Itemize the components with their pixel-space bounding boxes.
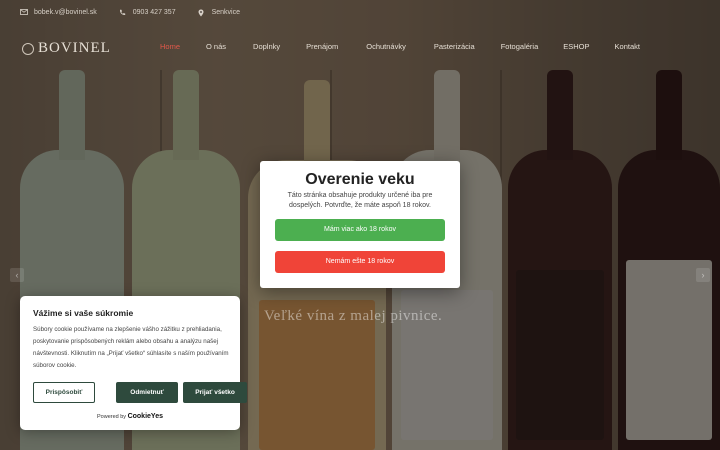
site-logo[interactable]: BOVINEL <box>22 40 111 57</box>
cookie-customize-button[interactable]: Prispôsobiť <box>33 382 95 403</box>
nav-item-ochutnavky[interactable]: Ochutnávky <box>366 42 406 51</box>
topbar-email[interactable]: bobek.v@bovinel.sk <box>20 9 97 16</box>
phone-icon <box>119 9 127 16</box>
logo-mark-icon <box>22 42 34 55</box>
site-header: BOVINEL Home O nás Doplnky Prenájom Ochu… <box>0 24 720 72</box>
cookie-title: Vážime si vaše súkromie <box>33 308 134 318</box>
cookie-accept-all-button[interactable]: Prijať všetko <box>183 382 247 403</box>
nav-item-doplnky[interactable]: Doplnky <box>253 42 280 51</box>
topbar-phone-text: 0903 427 357 <box>132 8 176 16</box>
powered-by-text: Powered by <box>97 414 127 420</box>
cookie-consent-panel: Vážime si vaše súkromie Súbory cookie po… <box>20 296 247 430</box>
cookie-powered-by[interactable]: Powered by CookieYes <box>20 413 240 420</box>
hero-tagline: Veľké vína z malej pivnice. <box>264 308 443 324</box>
topbar-phone[interactable]: 0903 427 357 <box>119 9 176 16</box>
nav-item-kontakt[interactable]: Kontakt <box>615 42 640 51</box>
nav-item-home[interactable]: Home <box>160 42 180 51</box>
main-nav: Home O nás Doplnky Prenájom Ochutnávky P… <box>160 42 640 51</box>
map-pin-icon <box>198 9 206 16</box>
topbar-location-text: Senkvice <box>211 8 240 16</box>
cookie-reject-button[interactable]: Odmietnuť <box>116 382 178 403</box>
nav-item-pasterizacia[interactable]: Pasterizácia <box>434 42 475 51</box>
chevron-right-icon[interactable]: › <box>696 268 710 282</box>
nav-item-o-nas[interactable]: O nás <box>206 42 226 51</box>
deny-age-button[interactable]: Nemám ešte 18 rokov <box>275 251 445 273</box>
age-verification-modal: Overenie veku Táto stránka obsahuje prod… <box>260 161 460 288</box>
nav-item-prenajom[interactable]: Prenájom <box>306 42 338 51</box>
cookie-description: Súbory cookie používame na zlepšenie váš… <box>33 326 229 369</box>
nav-item-eshop[interactable]: ESHOP <box>563 42 589 51</box>
age-modal-title: Overenie veku <box>305 171 415 188</box>
cookieyes-brand: CookieYes <box>127 413 163 420</box>
envelope-icon <box>20 8 28 16</box>
topbar-email-text: bobek.v@bovinel.sk <box>34 8 97 16</box>
chevron-left-icon[interactable]: ‹ <box>10 268 24 282</box>
logo-text: BOVINEL <box>38 40 111 56</box>
age-modal-description: Táto stránka obsahuje produkty určené ib… <box>287 192 433 209</box>
confirm-age-button[interactable]: Mám viac ako 18 rokov <box>275 219 445 241</box>
top-bar: bobek.v@bovinel.sk 0903 427 357 Senkvice <box>0 0 720 24</box>
topbar-location[interactable]: Senkvice <box>198 9 240 16</box>
nav-item-fotogaleria[interactable]: Fotogaléria <box>501 42 539 51</box>
